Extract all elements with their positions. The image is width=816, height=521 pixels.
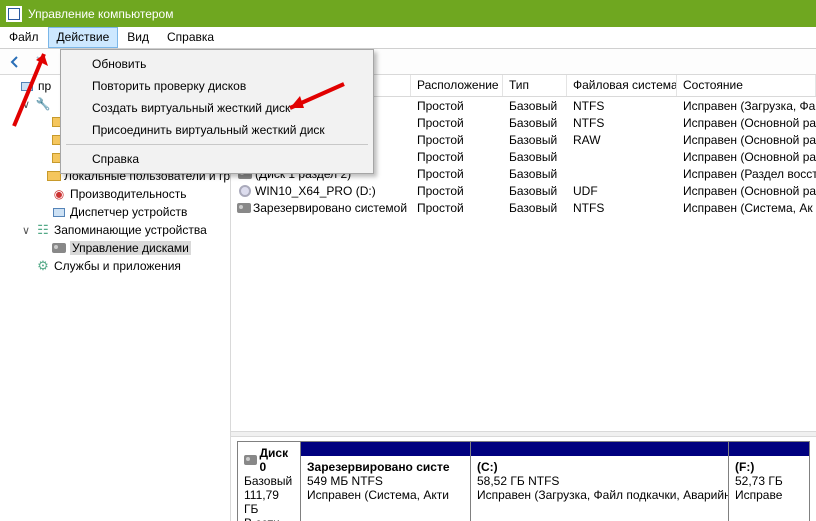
volume-status: Исправен (Раздел восст bbox=[677, 167, 816, 181]
volume-layout: Простой bbox=[411, 167, 503, 181]
partition-status: Исправен (Загрузка, Файл подкачки, Авари… bbox=[477, 488, 722, 502]
volume-fs: NTFS bbox=[567, 99, 677, 113]
volume-status: Исправен (Основной ра bbox=[677, 184, 816, 198]
volume-row[interactable]: Зарезервировано системой ПростойБазовыйNT… bbox=[231, 199, 816, 216]
menu-item[interactable]: Присоединить виртуальный жесткий диск bbox=[64, 119, 370, 141]
title-bar: Управление компьютером bbox=[0, 0, 816, 27]
volume-layout: Простой bbox=[411, 99, 503, 113]
tree-item[interactable]: ◉Производительность bbox=[0, 185, 230, 203]
volume-status: Исправен (Основной ра bbox=[677, 133, 816, 147]
back-button[interactable] bbox=[4, 51, 26, 73]
tree-label: Запоминающие устройства bbox=[54, 223, 207, 237]
menu-bar: ФайлДействиеВидСправка bbox=[0, 27, 816, 49]
tree-label: Службы и приложения bbox=[54, 259, 181, 273]
tree-label: пр bbox=[38, 79, 51, 93]
volume-status: Исправен (Система, Ак bbox=[677, 201, 816, 215]
window-title: Управление компьютером bbox=[28, 7, 173, 21]
tree-label: Производительность bbox=[70, 187, 186, 201]
partition[interactable]: (C:)58,52 ГБ NTFSИсправен (Загрузка, Фай… bbox=[471, 442, 729, 521]
volume-layout: Простой bbox=[411, 184, 503, 198]
column-header[interactable]: Состояние bbox=[677, 75, 816, 96]
volume-type: Базовый bbox=[503, 167, 567, 181]
menu-item[interactable]: Обновить bbox=[64, 53, 370, 75]
menu-item[interactable]: Повторить проверку дисков bbox=[64, 75, 370, 97]
disk-size: 111,79 ГБ bbox=[244, 488, 294, 516]
tree-item[interactable]: Управление дисками bbox=[0, 239, 230, 257]
volume-type: Базовый bbox=[503, 116, 567, 130]
column-header[interactable]: Файловая система bbox=[567, 75, 677, 96]
volume-type: Базовый bbox=[503, 201, 567, 215]
partition-size: 58,52 ГБ NTFS bbox=[477, 474, 722, 488]
volume-type: Базовый bbox=[503, 133, 567, 147]
disk-name: Диск 0 bbox=[260, 446, 295, 474]
tree-item[interactable]: ⚙Службы и приложения bbox=[0, 257, 230, 275]
app-icon bbox=[6, 6, 22, 22]
volume-row[interactable]: WIN10_X64_PRO (D:) ПростойБазовыйUDFИспра… bbox=[231, 182, 816, 199]
menu-item[interactable]: Создать виртуальный жесткий диск bbox=[64, 97, 370, 119]
tree-label: Управление дисками bbox=[70, 241, 191, 255]
volume-fs: NTFS bbox=[567, 201, 677, 215]
menu-действие[interactable]: Действие bbox=[48, 27, 119, 48]
menu-справка[interactable]: Справка bbox=[158, 27, 223, 48]
volume-status: Исправен (Основной ра bbox=[677, 116, 816, 130]
partition-name: (C:) bbox=[477, 460, 722, 474]
partition[interactable]: (F:)52,73 ГБИсправе bbox=[729, 442, 809, 521]
volume-fs: NTFS bbox=[567, 116, 677, 130]
menu-вид[interactable]: Вид bbox=[118, 27, 158, 48]
volume-status: Исправен (Загрузка, Фа bbox=[677, 99, 816, 113]
volume-layout: Простой bbox=[411, 133, 503, 147]
disk-row: Диск 0Базовый111,79 ГБВ сетиЗарезервиров… bbox=[237, 441, 810, 521]
partition-bar bbox=[471, 442, 728, 456]
tree-toggle[interactable]: ∨ bbox=[20, 98, 32, 111]
menu-separator bbox=[66, 144, 368, 145]
volume-type: Базовый bbox=[503, 99, 567, 113]
tree-label: Диспетчер устройств bbox=[70, 205, 187, 219]
column-header[interactable]: Расположение bbox=[411, 75, 503, 96]
partition-bar bbox=[301, 442, 470, 456]
partition[interactable]: Зарезервировано систе549 МБ NTFSИсправен… bbox=[301, 442, 471, 521]
partition-name: (F:) bbox=[735, 460, 803, 474]
volume-name: WIN10_X64_PRO (D:) bbox=[255, 184, 376, 198]
action-menu-dropdown: ОбновитьПовторить проверку дисковСоздать… bbox=[60, 49, 374, 174]
volume-layout: Простой bbox=[411, 116, 503, 130]
volume-fs: RAW bbox=[567, 133, 677, 147]
partition-name: Зарезервировано систе bbox=[307, 460, 464, 474]
volume-type: Базовый bbox=[503, 184, 567, 198]
partition-status: Исправен (Система, Акти bbox=[307, 488, 464, 502]
volume-layout: Простой bbox=[411, 201, 503, 215]
volume-status: Исправен (Основной ра bbox=[677, 150, 816, 164]
menu-item[interactable]: Справка bbox=[64, 148, 370, 170]
disk-icon bbox=[237, 200, 251, 216]
disk-status: В сети bbox=[244, 516, 294, 521]
volume-type: Базовый bbox=[503, 150, 567, 164]
disk-map: Диск 0Базовый111,79 ГБВ сетиЗарезервиров… bbox=[231, 437, 816, 521]
tree-item[interactable]: Диспетчер устройств bbox=[0, 203, 230, 221]
forward-button[interactable] bbox=[28, 51, 50, 73]
volume-name: Зарезервировано системой bbox=[253, 201, 407, 215]
partition-size: 52,73 ГБ bbox=[735, 474, 803, 488]
tree-item[interactable]: ∨☷Запоминающие устройства bbox=[0, 221, 230, 239]
disk-type: Базовый bbox=[244, 474, 294, 488]
partition-bar bbox=[729, 442, 809, 456]
column-header[interactable]: Тип bbox=[503, 75, 567, 96]
partition-status: Исправе bbox=[735, 488, 803, 502]
volume-layout: Простой bbox=[411, 150, 503, 164]
volume-fs: UDF bbox=[567, 184, 677, 198]
disk-info[interactable]: Диск 0Базовый111,79 ГБВ сети bbox=[238, 442, 301, 521]
disk-icon bbox=[244, 455, 257, 465]
partition-size: 549 МБ NTFS bbox=[307, 474, 464, 488]
cd-icon bbox=[237, 183, 253, 199]
menu-файл[interactable]: Файл bbox=[0, 27, 48, 48]
tree-toggle[interactable]: ∨ bbox=[20, 224, 32, 237]
